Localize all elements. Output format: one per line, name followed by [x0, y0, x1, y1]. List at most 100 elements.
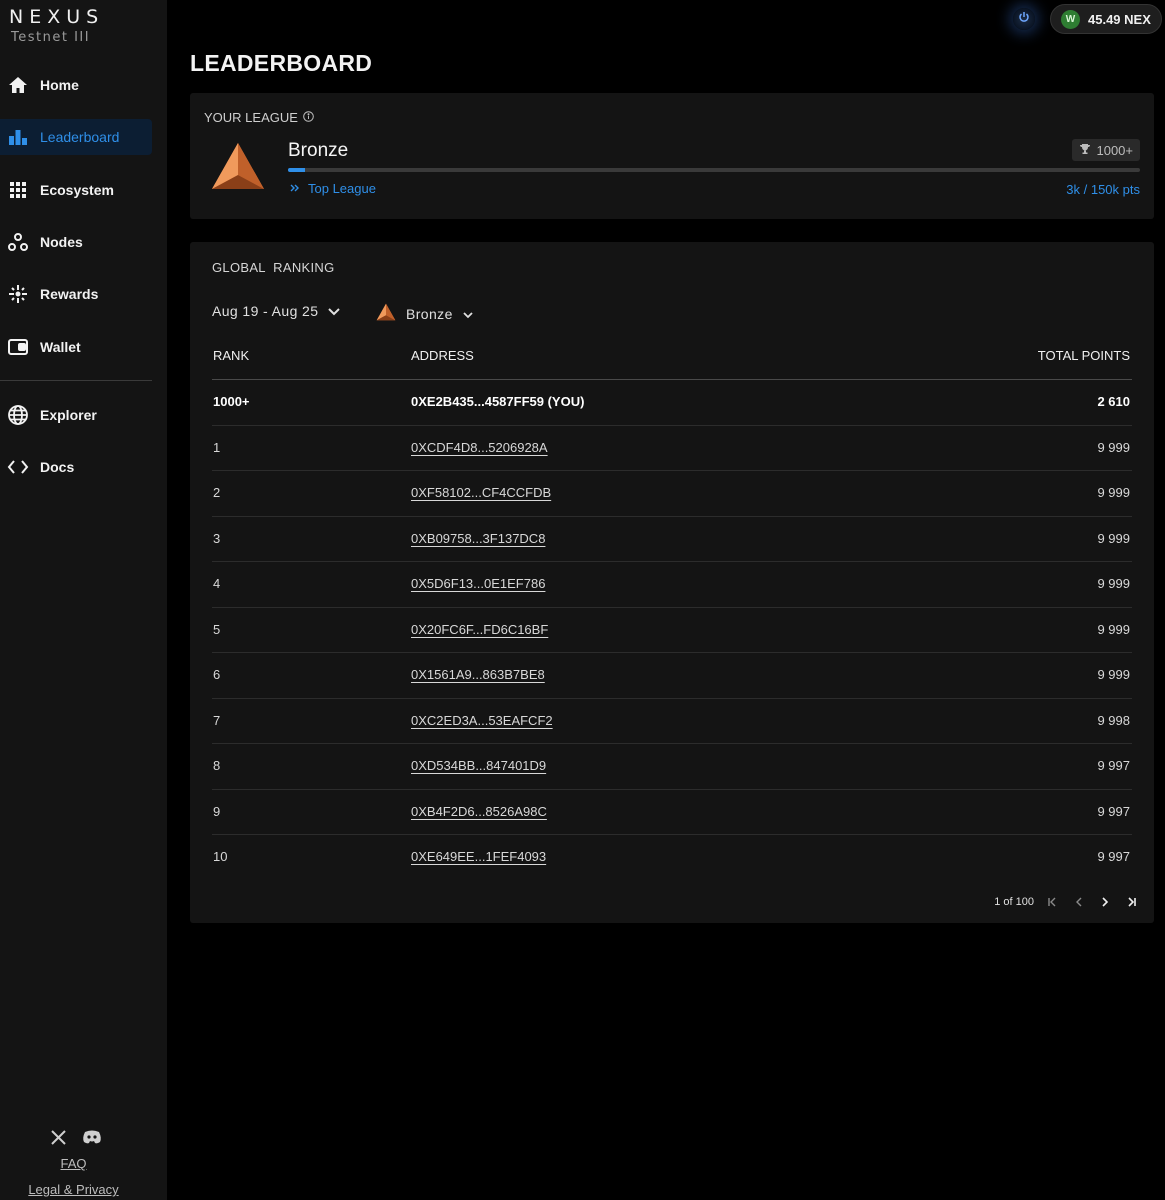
wallet-avatar: W [1061, 9, 1080, 29]
pagination: 1 of 100 [994, 895, 1138, 909]
league-points: 3k / 150k pts [1066, 182, 1140, 197]
row-address-link[interactable]: 0X5D6F13...0E1EF786 [411, 576, 545, 591]
table-row: 2 0XF58102...CF4CCFDB 9 999 [212, 471, 1132, 517]
column-header-rank: RANK [213, 348, 250, 363]
top-league-label: Top League [308, 181, 376, 196]
sidebar-item-label: Nodes [40, 234, 83, 250]
chevron-down-icon [328, 303, 341, 319]
row-address-link[interactable]: 0X1561A9...863B7BE8 [411, 667, 545, 682]
row-rank: 3 [213, 530, 221, 546]
row-points: 9 997 [1097, 849, 1130, 864]
row-rank: 8 [213, 758, 221, 773]
league-name: Bronze [288, 140, 349, 161]
last-page-icon[interactable] [1124, 895, 1138, 909]
power-button[interactable] [1013, 8, 1035, 30]
row-rank: 1000+ [213, 394, 250, 409]
sparkle-icon [7, 283, 29, 305]
row-address-link[interactable]: 0XCDF4D8...5206928A [411, 440, 548, 455]
chevron-down-icon [463, 306, 473, 322]
row-address: 0XE2B435...4587FF59 (YOU) [411, 394, 585, 409]
globe-icon [7, 404, 29, 426]
brand-title: NEXUS [9, 6, 105, 28]
sidebar-item-label: Explorer [40, 407, 97, 423]
bronze-league-icon [210, 141, 266, 196]
sidebar-item-wallet[interactable]: Wallet [0, 329, 152, 365]
grid-icon [7, 179, 29, 201]
row-rank: 5 [213, 621, 221, 637]
sidebar-item-label: Wallet [40, 339, 81, 355]
top-league-link[interactable]: Top League [290, 181, 376, 196]
discord-icon[interactable] [82, 1127, 102, 1147]
sidebar-item-rewards[interactable]: Rewards [0, 276, 152, 312]
brand: NEXUS Testnet III [9, 6, 104, 45]
league-rank-badge: 1000+ [1072, 139, 1140, 161]
row-address-link[interactable]: 0XB4F2D6...8526A98C [411, 804, 547, 819]
previous-page-icon[interactable] [1072, 895, 1086, 909]
row-address-link[interactable]: 0XE649EE...1FEF4093 [411, 849, 546, 864]
row-address-link[interactable]: 0XC2ED3A...53EAFCF2 [411, 713, 553, 728]
row-rank: 9 [213, 803, 221, 819]
sidebar-item-label: Docs [40, 459, 75, 475]
sidebar-item-nodes[interactable]: Nodes [0, 224, 152, 260]
power-icon [1018, 10, 1030, 28]
table-row: 1 0XCDF4D8...5206928A 9 999 [212, 426, 1132, 471]
league-card: YOUR LEAGUE Bronze 1000+ Top League 3k /… [190, 93, 1154, 219]
row-points: 9 999 [1097, 485, 1130, 500]
league-filter-value: Bronze [406, 305, 453, 322]
row-points: 9 999 [1097, 576, 1130, 591]
wallet-balance-button[interactable]: W 45.49 NEX [1050, 4, 1162, 34]
row-rank: 1 [213, 439, 221, 455]
sidebar-item-home[interactable]: Home [0, 67, 152, 103]
code-icon [7, 456, 29, 478]
row-points: 9 997 [1097, 758, 1130, 773]
sidebar-item-label: Rewards [40, 286, 99, 302]
next-page-icon[interactable] [1098, 895, 1112, 909]
global-ranking-title: GLOBAL RANKING [212, 260, 335, 275]
row-rank: 10 [213, 849, 228, 864]
table-row: 4 0X5D6F13...0E1EF786 9 999 [212, 562, 1132, 608]
sidebar-item-ecosystem[interactable]: Ecosystem [0, 172, 152, 208]
row-rank: 2 [213, 485, 221, 500]
league-filter-dropdown[interactable]: Bronze [376, 303, 473, 324]
sidebar-item-label: Home [40, 77, 79, 93]
pagination-label: 1 of 100 [994, 896, 1034, 908]
ranking-table-body: 1000+ 0XE2B435...4587FF59 (YOU) 2 610 1 … [212, 380, 1132, 881]
first-page-icon[interactable] [1046, 895, 1060, 909]
league-label: YOUR LEAGUE [204, 110, 314, 125]
sidebar-divider [0, 380, 152, 381]
table-row: 7 0XC2ED3A...53EAFCF2 9 998 [212, 699, 1132, 744]
row-points: 9 997 [1097, 803, 1130, 819]
bar-chart-icon [7, 126, 29, 148]
row-points: 2 610 [1097, 394, 1130, 409]
page-title: LEADERBOARD [190, 50, 373, 76]
league-progress-bar [288, 168, 1140, 172]
sidebar: NEXUS Testnet III Home Leaderboard Ecosy… [0, 0, 167, 1200]
row-address-link[interactable]: 0XF58102...CF4CCFDB [411, 485, 551, 500]
row-points: 9 999 [1097, 439, 1130, 455]
faq-link[interactable]: FAQ [0, 1156, 147, 1171]
sidebar-item-explorer[interactable]: Explorer [0, 397, 152, 433]
row-address-link[interactable]: 0XB09758...3F137DC8 [411, 531, 545, 546]
row-rank: 6 [213, 667, 221, 682]
row-rank: 7 [213, 712, 221, 728]
info-icon[interactable] [303, 110, 314, 125]
social-links [48, 1127, 102, 1147]
row-points: 9 999 [1097, 621, 1130, 637]
league-progress-fill [288, 168, 306, 172]
sidebar-item-docs[interactable]: Docs [0, 449, 152, 485]
wallet-balance: 45.49 NEX [1088, 11, 1151, 27]
sidebar-item-label: Leaderboard [40, 129, 120, 145]
row-rank: 4 [213, 576, 221, 591]
table-row: 5 0X20FC6F...FD6C16BF 9 999 [212, 608, 1132, 653]
x-icon[interactable] [48, 1127, 68, 1147]
nodes-icon [7, 231, 29, 253]
row-address-link[interactable]: 0XD534BB...847401D9 [411, 758, 546, 773]
row-address-link[interactable]: 0X20FC6F...FD6C16BF [411, 622, 548, 637]
legal-privacy-link[interactable]: Legal & Privacy [0, 1182, 147, 1197]
sidebar-item-leaderboard[interactable]: Leaderboard [0, 119, 152, 155]
row-points: 9 999 [1097, 530, 1130, 546]
table-row: 6 0X1561A9...863B7BE8 9 999 [212, 653, 1132, 699]
row-points: 9 998 [1097, 712, 1130, 728]
date-range-dropdown[interactable]: Aug 19 - Aug 25 [212, 303, 341, 319]
wallet-icon [7, 336, 29, 358]
